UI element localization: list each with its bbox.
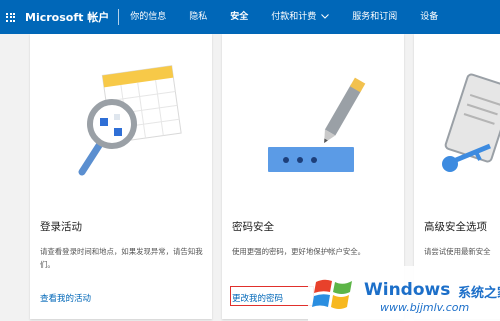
nav-services-subscriptions[interactable]: 服务和订阅: [352, 0, 397, 34]
app-launcher-icon[interactable]: [6, 12, 15, 22]
key-phone-icon: [442, 73, 500, 172]
main-nav: 你的信息 隐私 安全 付款和计费 服务和订阅 设备: [130, 0, 461, 34]
divider: [118, 9, 120, 25]
nav-payment-billing-label: 付款和计费: [271, 12, 317, 22]
watermark-tagline: 系统之家: [458, 286, 500, 301]
nav-privacy[interactable]: 隐私: [189, 0, 207, 34]
nav-security[interactable]: 安全: [230, 0, 248, 34]
card-description: 请尝试使用最新安全: [424, 247, 491, 256]
card-description: 请查看登录时间和地点，如果发现异常，请告知我们。: [40, 247, 203, 269]
brand-title[interactable]: Microsoft 帐户: [25, 9, 109, 25]
top-navigation-bar: Microsoft 帐户 你的信息 隐私 安全 付款和计费 服务和订阅 设备: [0, 0, 500, 34]
view-activity-link[interactable]: 查看我的活动: [40, 292, 91, 304]
password-pen-icon: [268, 77, 366, 172]
windows-logo-icon: [312, 279, 352, 309]
card-sign-in-activity: 登录活动 请查看登录时间和地点，如果发现异常，请告知我们。 查看我的活动: [30, 34, 212, 319]
nav-devices[interactable]: 设备: [420, 0, 438, 34]
nav-your-info[interactable]: 你的信息: [130, 0, 166, 34]
highlight-box: [230, 286, 314, 306]
card-title: 登录活动: [40, 221, 82, 233]
card-title: 高级安全选项: [424, 221, 487, 233]
nav-payment-billing[interactable]: 付款和计费: [271, 0, 330, 34]
magnifier-calendar-icon: [78, 65, 182, 176]
chevron-down-icon: [321, 14, 330, 19]
watermark: Windows 系统之家 www.bjjmlv.com: [308, 266, 500, 321]
watermark-brand: Windows: [364, 280, 451, 300]
watermark-url: www.bjjmlv.com: [380, 301, 470, 314]
card-description: 使用更强的密码，更好地保护帐户安全。: [232, 247, 366, 256]
card-title: 密码安全: [232, 221, 274, 233]
